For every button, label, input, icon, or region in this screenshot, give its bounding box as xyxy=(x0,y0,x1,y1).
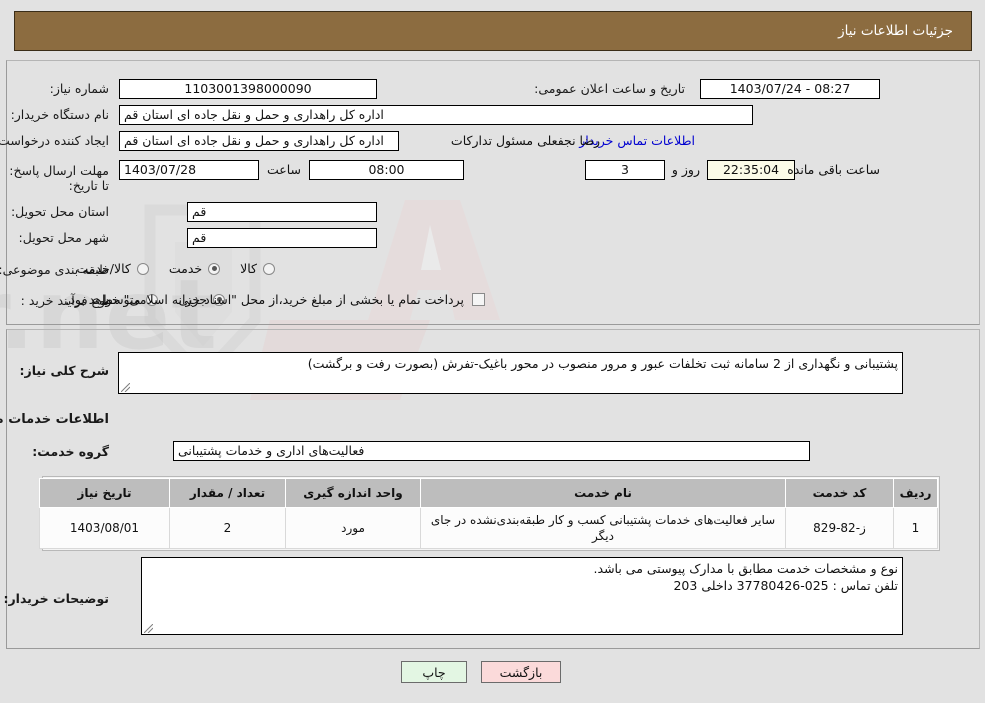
requester-label-wrap: ایجاد کننده درخواست: xyxy=(0,133,109,148)
category-radio-group: کالا خدمت کالا/خدمت xyxy=(62,261,275,276)
col-header-unit: واحد اندازه گیری xyxy=(285,478,421,508)
buyer-org-field[interactable]: اداره کل راهداری و حمل و نقل جاده ای است… xyxy=(119,105,753,125)
category-radio-kala-khedmat[interactable] xyxy=(136,262,149,275)
cell-radif: 1 xyxy=(893,507,938,549)
treasury-checkbox-label: پرداخت تمام یا بخشی از مبلغ خرید،از محل … xyxy=(65,292,464,307)
requester-person-wrap: رضا نجفعلی مسئول تدارکات xyxy=(451,133,600,148)
resize-grip-icon[interactable] xyxy=(144,624,153,633)
buyer-notes-line-1: نوع و مشخصات خدمت مطابق با مدارک پیوستی … xyxy=(593,561,898,576)
deadline-label: مهلت ارسال پاسخ: تا تاریخ: xyxy=(9,163,109,193)
need-number-label-wrap: شماره نیاز: xyxy=(50,81,109,96)
requester-person: رضا نجفعلی مسئول تدارکات xyxy=(450,133,600,148)
description-text: پشتیبانی و نگهداری از 2 سامانه ثبت تخلفا… xyxy=(307,356,898,371)
remaining-suffix-wrap: ساعت باقی مانده xyxy=(787,162,880,177)
cell-code: ز-82-829 xyxy=(785,507,894,549)
category-option-label-2: کالا/خدمت xyxy=(76,261,131,276)
col-header-name: نام خدمت xyxy=(420,478,786,508)
remaining-days-field[interactable]: 3 xyxy=(585,160,665,180)
col-header-qty: تعداد / مقدار xyxy=(169,478,286,508)
print-button[interactable]: چاپ xyxy=(401,661,467,683)
requester-field[interactable]: اداره کل راهداری و حمل و نقل جاده ای است… xyxy=(119,131,399,151)
service-group-field[interactable]: فعالیت‌های اداری و خدمات پشتیبانی xyxy=(173,441,810,461)
col-header-radif: ردیف xyxy=(893,478,938,508)
city-label: شهر محل تحویل: xyxy=(18,230,109,245)
remaining-suffix-label: ساعت باقی مانده xyxy=(787,162,880,177)
city-label-wrap: شهر محل تحویل: xyxy=(19,230,109,245)
announce-datetime-label: تاریخ و ساعت اعلان عمومی: xyxy=(534,81,685,96)
buyer-notes-label: توضیحات خریدار: xyxy=(3,591,109,606)
announce-datetime-label-wrap: تاریخ و ساعت اعلان عمومی: xyxy=(534,81,685,96)
services-table: ردیف کد خدمت نام خدمت واحد اندازه گیری ت… xyxy=(39,478,938,549)
deadline-label-wrap: مهلت ارسال پاسخ: تا تاریخ: xyxy=(0,163,109,193)
deadline-hour-label: ساعت xyxy=(266,162,301,177)
col-header-code: کد خدمت xyxy=(785,478,894,508)
page-title: جزئیات اطلاعات نیاز xyxy=(838,23,953,39)
buyer-org-label: نام دستگاه خریدار: xyxy=(10,107,109,122)
resize-grip-icon[interactable] xyxy=(121,383,130,392)
page-header-bar: جزئیات اطلاعات نیاز xyxy=(14,11,972,51)
cell-name: سایر فعالیت‌های خدمات پشتیبانی کسب و کار… xyxy=(420,507,786,549)
buyer-org-label-wrap: نام دستگاه خریدار: xyxy=(11,107,109,122)
description-label: شرح کلی نیاز: xyxy=(19,363,109,378)
table-header-row: ردیف کد خدمت نام خدمت واحد اندازه گیری ت… xyxy=(39,478,938,508)
table-row[interactable]: 1 ز-82-829 سایر فعالیت‌های خدمات پشتیبان… xyxy=(39,507,938,549)
category-option-label-1: خدمت xyxy=(168,261,203,276)
treasury-checkbox[interactable] xyxy=(472,293,485,306)
need-number-field[interactable]: 1103001398000090 xyxy=(119,79,377,99)
cell-qty: 2 xyxy=(169,507,286,549)
province-label-wrap: استان محل تحویل: xyxy=(11,204,109,219)
announce-datetime-field[interactable]: 08:27 - 1403/07/24 xyxy=(700,79,880,99)
buyer-notes-textarea[interactable]: نوع و مشخصات خدمت مطابق با مدارک پیوستی … xyxy=(141,557,903,635)
services-table-wrap: ردیف کد خدمت نام خدمت واحد اندازه گیری ت… xyxy=(39,476,940,551)
col-header-date: تاریخ نیاز xyxy=(39,478,170,508)
cell-unit: مورد xyxy=(285,507,421,549)
treasury-checkbox-group: پرداخت تمام یا بخشی از مبلغ خرید،از محل … xyxy=(65,292,485,307)
category-radio-khedmat[interactable] xyxy=(208,262,221,275)
services-heading-wrap: اطلاعات خدمات مورد نیاز xyxy=(0,412,109,427)
deadline-date-field[interactable]: 1403/07/28 xyxy=(119,160,259,180)
province-field[interactable]: قم xyxy=(187,202,377,222)
service-group-label: گروه خدمت: xyxy=(32,444,109,459)
remaining-time-field: 22:35:04 xyxy=(707,160,795,180)
need-number-label: شماره نیاز: xyxy=(49,81,109,96)
need-summary-panel xyxy=(6,60,980,325)
description-label-wrap: شرح کلی نیاز: xyxy=(20,363,109,378)
buyer-notes-label-wrap: توضیحات خریدار: xyxy=(3,591,109,606)
service-group-label-wrap: گروه خدمت: xyxy=(32,444,109,459)
back-button[interactable]: بازگشت xyxy=(481,661,561,683)
page-root: AriaTender.net جزئیات اطلاعات نیاز شماره… xyxy=(0,0,985,703)
description-textarea[interactable]: پشتیبانی و نگهداری از 2 سامانه ثبت تخلفا… xyxy=(118,352,903,394)
category-option-label-0: کالا xyxy=(240,261,257,276)
deadline-hour-label-wrap: ساعت xyxy=(267,162,301,177)
remaining-days-label-wrap: روز و xyxy=(672,162,700,177)
province-label: استان محل تحویل: xyxy=(10,204,109,219)
requester-label: ایجاد کننده درخواست: xyxy=(0,133,109,148)
buyer-notes-line-2: تلفن تماس : 025-37780426 داخلی 203 xyxy=(673,578,898,593)
services-section-heading: اطلاعات خدمات مورد نیاز xyxy=(0,412,109,427)
deadline-hour-field[interactable]: 08:00 xyxy=(309,160,464,180)
remaining-days-label: روز و xyxy=(671,162,700,177)
cell-date: 1403/08/01 xyxy=(39,507,170,549)
category-radio-kala[interactable] xyxy=(263,262,275,275)
city-field[interactable]: قم xyxy=(187,228,377,248)
